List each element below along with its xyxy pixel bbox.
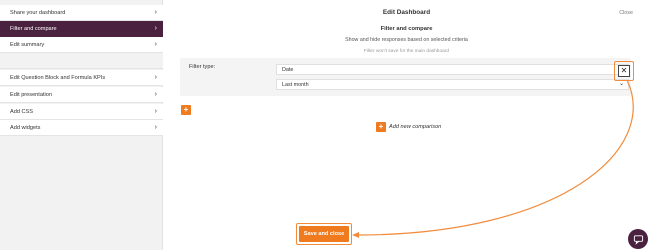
sidebar-item-edit-summary[interactable]: Edit summary › [0, 37, 163, 53]
sidebar-item-disabled [0, 53, 163, 69]
page-title: Edit Dashboard [382, 9, 431, 16]
chevron-down-icon: ⌄ [618, 81, 624, 87]
sidebar-item-add-css[interactable]: Add CSS › [0, 104, 163, 120]
remove-filter-button[interactable]: ✕ [618, 65, 630, 77]
sidebar-item-label: Add CSS [10, 108, 34, 115]
filter-period-select[interactable]: Last month ⌄ [276, 79, 629, 90]
sidebar: Share your dashboard › Filter and compar… [0, 0, 163, 250]
filter-type-value: Date [282, 66, 294, 73]
close-link[interactable]: Close [619, 10, 633, 16]
sidebar-item-label: Edit presentation [10, 91, 52, 98]
chevron-right-icon: › [154, 25, 157, 32]
chevron-right-icon: › [154, 74, 157, 81]
section-title: Filter and compare [380, 26, 433, 32]
sidebar-item-label: Edit Question Block and Formula KPIs [10, 74, 106, 81]
plus-icon: + [378, 122, 384, 131]
chevron-right-icon: › [154, 91, 157, 98]
sidebar-item-share-dashboard[interactable]: Share your dashboard › [0, 5, 163, 21]
filter-period-value: Last month [282, 81, 309, 88]
edit-dashboard-panel: Edit Dashboard Close Filter and compare … [163, 0, 650, 250]
chat-bubble-icon[interactable] [628, 229, 648, 249]
sidebar-item-label: Share your dashboard [10, 9, 66, 16]
sidebar-item-label: Add widgets [10, 124, 41, 131]
add-comparison-button[interactable]: + [376, 122, 386, 132]
filter-type-label: Filter type: [189, 64, 216, 70]
chevron-right-icon: › [154, 108, 157, 115]
save-and-close-button[interactable]: Save and close [299, 226, 349, 242]
add-comparison-link[interactable]: Add new comparison [389, 124, 441, 130]
add-filter-button[interactable]: + [181, 105, 191, 115]
sidebar-item-edit-presentation[interactable]: Edit presentation › [0, 87, 163, 103]
chevron-right-icon: › [154, 9, 157, 16]
sidebar-item-label: Filter and compare [10, 25, 57, 32]
filter-note: Filter won't save for the main dashboard [363, 49, 450, 54]
close-icon: ✕ [620, 66, 628, 75]
sidebar-item-edit-question-block[interactable]: Edit Question Block and Formula KPIs › [0, 70, 163, 86]
filter-row: Filter type: Date ⌄ Last month ⌄ [180, 58, 631, 96]
sidebar-item-add-widgets[interactable]: Add widgets › [0, 120, 163, 136]
sidebar-item-label: Edit summary [10, 41, 45, 48]
plus-icon: + [183, 105, 189, 114]
filter-type-select[interactable]: Date ⌄ [276, 64, 629, 75]
sidebar-item-filter-compare[interactable]: Filter and compare › [0, 21, 163, 37]
chevron-right-icon: › [154, 124, 157, 131]
chevron-right-icon: › [154, 41, 157, 48]
section-description: Show and hide responses based on selecte… [345, 37, 468, 43]
